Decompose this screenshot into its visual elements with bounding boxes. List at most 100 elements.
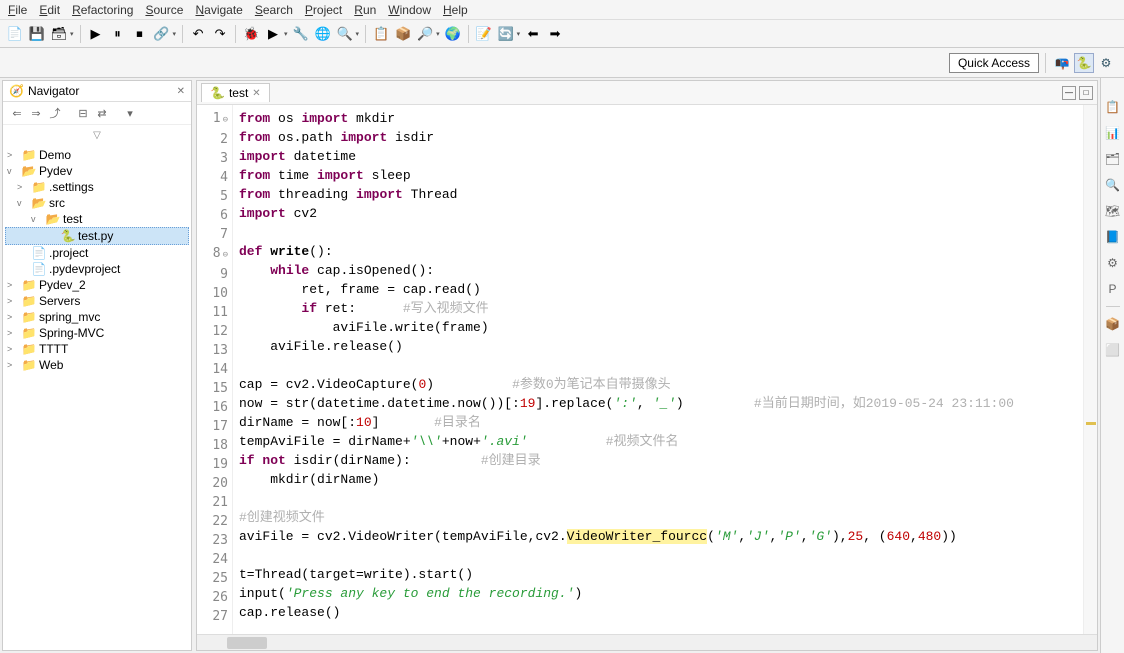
toolbar-button-6[interactable]: 🔗 [153,25,171,43]
proj-icon: 📁 [21,310,37,324]
toolbar-button-0[interactable]: 📄 [6,25,24,43]
toolbar-button-4[interactable]: ⏸ [109,25,127,43]
toolbar-button-20[interactable]: ⬅ [524,25,542,43]
pyfile-icon: 🐍 [60,229,76,243]
toolbar-button-2[interactable]: 🗃 [50,25,68,43]
quick-access-row: Quick Access 📭 🐍 ⚙ [0,48,1124,78]
tray-icon-1[interactable]: 📊 [1104,124,1122,142]
menu-file[interactable]: File [8,3,27,17]
tree-item-pydev_2[interactable]: >📁Pydev_2 [5,277,189,293]
tab-close-icon[interactable]: ✕ [252,88,260,99]
code-content[interactable]: from os import mkdirfrom os.path import … [233,105,1083,634]
tree-item-pydev[interactable]: v📂Pydev [5,163,189,179]
menu-edit[interactable]: Edit [39,3,60,17]
tray-icon-9[interactable]: ⬜ [1104,341,1122,359]
tray-icon-4[interactable]: 🗺 [1104,202,1122,220]
tree-label: .project [49,246,88,260]
quick-access-field[interactable]: Quick Access [949,53,1039,73]
navigator-header: 🧭 Navigator ✕ [3,81,191,102]
navigator-close-icon[interactable]: ✕ [177,86,185,97]
collapse-all-icon[interactable]: ⊟ [75,105,91,121]
menu-run[interactable]: Run [354,3,376,17]
link-editor-icon[interactable]: ⇄ [94,105,110,121]
proj-icon: 📁 [21,148,37,162]
folder-icon: 📁 [31,180,47,194]
open-perspective-icon[interactable]: 📭 [1052,53,1072,73]
tray-icon-0[interactable]: 📋 [1104,98,1122,116]
menu-window[interactable]: Window [388,3,431,17]
toolbar-button-13[interactable]: 🔍 [336,25,354,43]
minimize-editor-icon[interactable]: — [1062,86,1076,100]
tree-item-servers[interactable]: >📁Servers [5,293,189,309]
back-icon[interactable]: ⇐ [9,105,25,121]
menu-project[interactable]: Project [305,3,342,17]
tray-icon-3[interactable]: 🔍 [1104,176,1122,194]
tree-item--pydevproject[interactable]: 📄.pydevproject [5,261,189,277]
toolbar-button-18[interactable]: 📝 [475,25,493,43]
navigator-tree[interactable]: >📁Demov📂Pydev>📁.settingsv📂srcv📂test🐍test… [3,143,191,650]
code-editor[interactable]: 1⊖2345678⊖910111213141516171819202122232… [197,105,1097,634]
tree-item--project[interactable]: 📄.project [5,245,189,261]
menu-search[interactable]: Search [255,3,293,17]
proj-icon: 📁 [21,278,37,292]
toolbar-button-17[interactable]: 🌍 [444,25,462,43]
tree-item--settings[interactable]: >📁.settings [5,179,189,195]
toolbar-button-3[interactable]: ▶ [87,25,105,43]
tree-item-spring_mvc[interactable]: >📁spring_mvc [5,309,189,325]
tree-label: spring_mvc [39,310,100,324]
toolbar-button-7[interactable]: ↶ [189,25,207,43]
overview-ruler[interactable] [1083,105,1097,634]
scrollbar-thumb[interactable] [227,637,267,649]
up-icon[interactable]: ⤴ [47,105,63,121]
tree-item-web[interactable]: >📁Web [5,357,189,373]
tree-item-test[interactable]: v📂test [5,211,189,227]
toolbar-button-1[interactable]: 💾 [28,25,46,43]
proj-icon: 📁 [21,358,37,372]
tree-label: Spring-MVC [39,326,104,340]
toolbar-button-5[interactable]: ⏹ [131,25,149,43]
navigator-icon: 🧭 [9,84,24,98]
menu-source[interactable]: Source [145,3,183,17]
folder-open-icon: 📂 [21,164,37,178]
tree-label: TTTT [39,342,68,356]
tree-item-src[interactable]: v📂src [5,195,189,211]
python-icon[interactable]: ⚙ [1096,53,1116,73]
forward-icon[interactable]: ⇒ [28,105,44,121]
toolbar-button-14[interactable]: 📋 [372,25,390,43]
editor-tab-label: test [229,86,248,100]
toolbar-button-19[interactable]: 🔄 [497,25,515,43]
main-toolbar: 📄💾🗃▾▶⏸⏹🔗▾↶↷🐞▶▾🔧🌐🔍▾📋📦🔎▾🌍📝🔄▾⬅➡ [0,20,1124,48]
editor-tab-test[interactable]: 🐍 test ✕ [201,83,270,102]
right-view-tray: 📋 📊 🗂 🔍 🗺 📘 ⚙ P 📦 ⬜ [1100,78,1124,653]
horizontal-scrollbar[interactable] [197,634,1097,650]
tray-icon-8[interactable]: 📦 [1104,315,1122,333]
proj-icon: 📁 [21,342,37,356]
menu-icon[interactable]: ▾ [122,105,138,121]
tree-item-test-py[interactable]: 🐍test.py [5,227,189,245]
menu-refactoring[interactable]: Refactoring [72,3,133,17]
maximize-editor-icon[interactable]: □ [1079,86,1093,100]
pydev-perspective-icon[interactable]: 🐍 [1074,53,1094,73]
tree-label: Demo [39,148,71,162]
toolbar-button-9[interactable]: 🐞 [242,25,260,43]
toolbar-button-10[interactable]: ▶ [264,25,282,43]
toolbar-button-15[interactable]: 📦 [394,25,412,43]
toolbar-button-11[interactable]: 🔧 [292,25,310,43]
toolbar-button-12[interactable]: 🌐 [314,25,332,43]
menu-navigate[interactable]: Navigate [195,3,242,17]
menu-help[interactable]: Help [443,3,468,17]
navigator-dropdown-icon[interactable]: ▽ [3,125,191,143]
toolbar-button-16[interactable]: 🔎 [416,25,434,43]
tree-label: Pydev_2 [39,278,86,292]
tree-label: .settings [49,180,94,194]
tray-icon-2[interactable]: 🗂 [1104,150,1122,168]
tree-item-tttt[interactable]: >📁TTTT [5,341,189,357]
tray-icon-7[interactable]: P [1104,280,1122,298]
toolbar-button-21[interactable]: ➡ [546,25,564,43]
editor-tabs: 🐍 test ✕ — □ [197,81,1097,105]
toolbar-button-8[interactable]: ↷ [211,25,229,43]
tray-icon-6[interactable]: ⚙ [1104,254,1122,272]
tray-icon-5[interactable]: 📘 [1104,228,1122,246]
tree-item-spring-mvc[interactable]: >📁Spring-MVC [5,325,189,341]
tree-item-demo[interactable]: >📁Demo [5,147,189,163]
